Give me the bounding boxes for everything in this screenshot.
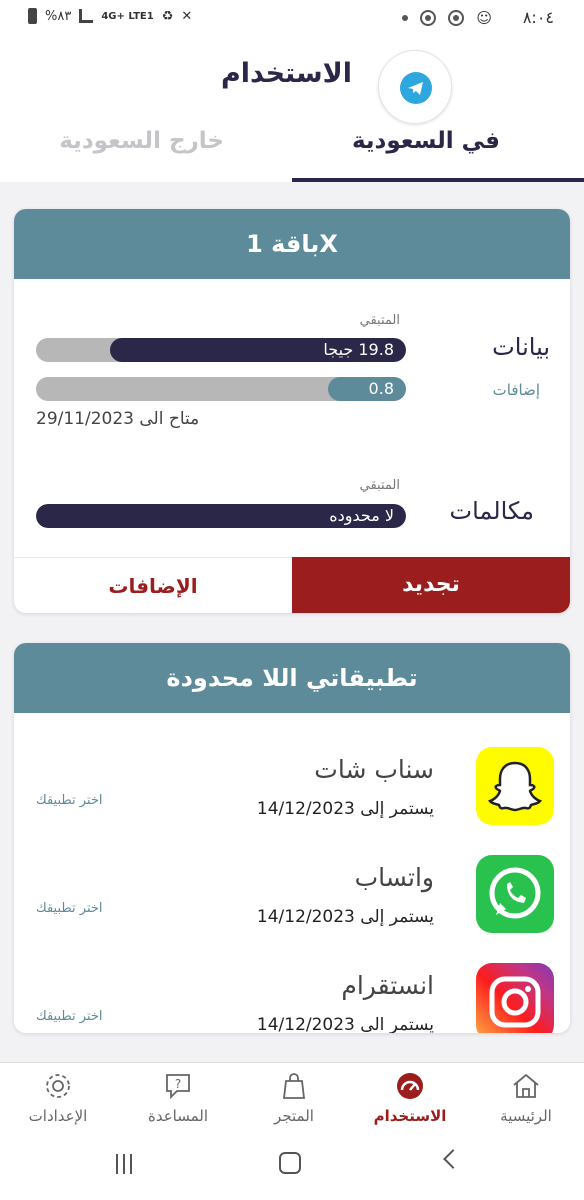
battery-percent: %٨٣ bbox=[45, 8, 72, 24]
calls-remaining-bar: لا محدوده bbox=[36, 504, 406, 528]
addons-link[interactable]: إضافات bbox=[493, 381, 540, 399]
chrome-icon bbox=[448, 10, 465, 26]
recent-apps-button[interactable] bbox=[116, 1154, 138, 1176]
home-icon bbox=[513, 1073, 539, 1098]
bottom-nav: الرئيسية الاستخدام المتجر ? المساعدة الإ… bbox=[0, 1062, 584, 1136]
nav-settings[interactable]: الإعدادات bbox=[0, 1063, 116, 1137]
nav-help[interactable]: ? المساعدة bbox=[120, 1063, 236, 1137]
shopping-bag-icon bbox=[282, 1073, 306, 1099]
back-button[interactable] bbox=[443, 1149, 463, 1169]
choose-app-link-instagram[interactable]: اختر تطبيقك bbox=[36, 1009, 103, 1024]
nav-store-label: المتجر bbox=[274, 1107, 314, 1125]
data-remaining-fill: 19.8 جيجا bbox=[110, 338, 406, 362]
chrome-icon bbox=[420, 10, 437, 26]
help-chat-icon: ? bbox=[166, 1074, 190, 1100]
calls-remaining-value: لا محدوده bbox=[329, 506, 394, 525]
nav-home[interactable]: الرئيسية bbox=[468, 1063, 584, 1137]
nav-store[interactable]: المتجر bbox=[236, 1063, 352, 1137]
svg-text:?: ? bbox=[175, 1077, 181, 1091]
snapchat-icon bbox=[476, 747, 554, 825]
recycle-icon: ♻ bbox=[161, 8, 174, 24]
addons-bar: 0.8 bbox=[36, 377, 406, 401]
nav-usage[interactable]: الاستخدام bbox=[352, 1063, 468, 1137]
package-title: باقة 1X bbox=[14, 209, 570, 279]
data-remaining-caption: المتبقي bbox=[359, 313, 400, 328]
addons-value: 0.8 bbox=[368, 379, 394, 398]
header: الاستخدام في السعودية خارج السعودية bbox=[0, 36, 584, 182]
renew-button[interactable]: تجديد bbox=[292, 557, 570, 613]
system-navigation-bar bbox=[0, 1136, 584, 1200]
page-title: الاستخدام bbox=[220, 58, 352, 89]
tab-underline bbox=[292, 178, 584, 182]
status-left: %٨٣ 4G+ LTE1 ♻ ✕ bbox=[28, 8, 192, 24]
choose-app-link-snapchat[interactable]: اختر تطبيقك bbox=[36, 793, 103, 808]
addons-fill: 0.8 bbox=[328, 377, 406, 401]
choose-app-link-whatsapp[interactable]: اختر تطبيقك bbox=[36, 901, 103, 916]
gauge-icon bbox=[397, 1073, 423, 1099]
app-name-snapchat: سناب شات bbox=[314, 755, 434, 784]
data-label: بيانات bbox=[492, 333, 550, 361]
app-name-whatsapp: واتساب bbox=[354, 863, 434, 892]
addons-button[interactable]: الإضافات bbox=[14, 557, 292, 613]
instagram-icon bbox=[476, 963, 554, 1033]
unlimited-apps-card: تطبيقاتي اللا محدودة سناب شات يستمر إلى … bbox=[14, 643, 570, 1033]
telegram-logo bbox=[378, 50, 452, 124]
tab-outside-saudi[interactable]: خارج السعودية bbox=[59, 128, 224, 154]
nav-help-label: المساعدة bbox=[147, 1107, 209, 1125]
nav-home-label: الرئيسية bbox=[500, 1107, 552, 1125]
package-card: باقة 1X المتبقي بيانات 19.8 جيجا إضافات … bbox=[14, 209, 570, 613]
mute-icon: ✕ bbox=[181, 8, 193, 24]
whatsapp-icon bbox=[476, 855, 554, 933]
data-remaining-bar: 19.8 جيجا bbox=[36, 338, 406, 362]
data-remaining-value: 19.8 جيجا bbox=[323, 340, 394, 359]
app-until-instagram: يستمر الى 14/12/2023 bbox=[256, 1015, 434, 1033]
app-until-whatsapp: يستمر إلى 14/12/2023 bbox=[256, 907, 434, 927]
app-name-instagram: انستقرام bbox=[341, 971, 434, 1000]
calls-label: مكالمات bbox=[449, 497, 534, 525]
unlimited-apps-title: تطبيقاتي اللا محدودة bbox=[14, 643, 570, 713]
gear-icon bbox=[46, 1074, 70, 1098]
nav-settings-label: الإعدادات bbox=[28, 1107, 88, 1125]
network-label: 4G+ LTE1 bbox=[101, 10, 154, 22]
calls-remaining-caption: المتبقي bbox=[359, 478, 400, 493]
app-until-snapchat: يستمر إلى 14/12/2023 bbox=[256, 799, 434, 819]
notification-dot-icon bbox=[402, 15, 409, 21]
user-icon: ☺ bbox=[476, 9, 492, 27]
calls-remaining-fill: لا محدوده bbox=[36, 504, 406, 528]
battery-icon bbox=[28, 8, 37, 24]
status-time: ٨:٠٤ bbox=[522, 8, 554, 27]
tab-in-saudi[interactable]: في السعودية bbox=[352, 128, 500, 154]
nav-usage-label: الاستخدام bbox=[373, 1107, 447, 1125]
home-button[interactable] bbox=[279, 1152, 301, 1174]
available-until: متاح الى 29/11/2023 bbox=[36, 409, 200, 429]
status-notification-icons: ☺ bbox=[402, 9, 492, 27]
telegram-icon bbox=[400, 72, 432, 104]
signal-icon bbox=[79, 9, 94, 23]
status-bar: %٨٣ 4G+ LTE1 ♻ ✕ ☺ ٨:٠٤ bbox=[0, 0, 584, 36]
